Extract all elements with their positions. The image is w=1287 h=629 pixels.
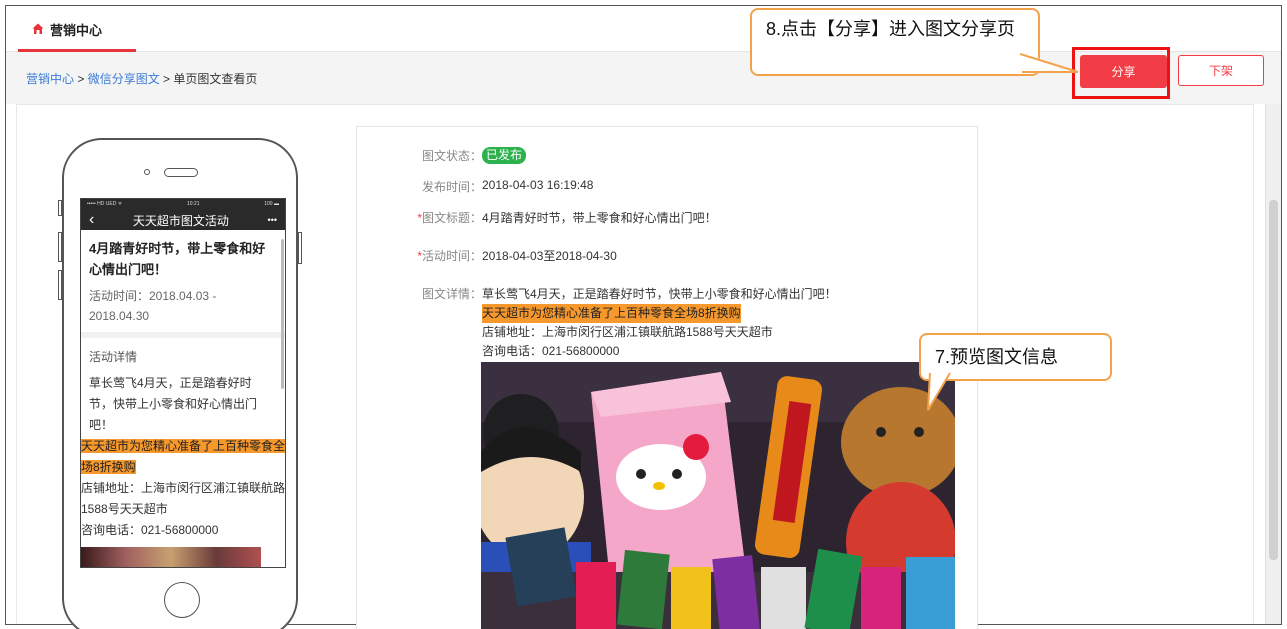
phone-side-button xyxy=(58,270,62,300)
breadcrumb-link-wechat-share[interactable]: 微信分享图文 xyxy=(88,72,160,86)
share-tip-callout: 8.点击【分享】进入图文分享页 xyxy=(750,8,1040,76)
home-icon xyxy=(32,23,44,35)
breadcrumb-current: 单页图文查看页 xyxy=(173,72,258,86)
status-time: 10:21 xyxy=(187,201,200,207)
title-label: *图文标题： xyxy=(356,209,482,226)
title-row: *图文标题： 4月踏青好时节，带上零食和好心情出门吧！ xyxy=(356,209,717,226)
phone-scrollbar xyxy=(281,239,284,389)
status-label: 图文状态： xyxy=(421,149,482,163)
activity-label: *活动时间： xyxy=(356,247,482,264)
status-battery: 100 ▬ xyxy=(264,201,279,207)
phone-home-button xyxy=(164,582,200,618)
phone-activity-time: 活动时间：2018.04.03 - 2018.04.30 xyxy=(89,289,217,323)
phone-nav-title: 天天超市图文活动 xyxy=(132,213,229,228)
callout-pointer xyxy=(1020,52,1079,73)
phone-side-button xyxy=(58,232,62,262)
scrollbar-thumb[interactable] xyxy=(1269,200,1278,560)
snack-photo xyxy=(481,362,955,629)
breadcrumb-sep: > xyxy=(74,72,88,86)
content-phone: 咨询电话：021-56800000 xyxy=(482,344,620,358)
phone-status-bar: ••••• HD UED ᯤ 10:21 100 ▬ xyxy=(81,199,285,210)
phone-address: 店铺地址：上海市闵行区浦江镇联航路1588号天天超市 xyxy=(81,481,286,516)
camera-icon xyxy=(144,169,150,175)
publish-row: 发布时间： 2018-04-03 16:19:48 xyxy=(356,178,593,195)
status-badge: 已发布 xyxy=(482,147,527,164)
phone-title-card: 4月踏青好时节，带上零食和好心情出门吧！ 活动时间：2018.04.03 - 2… xyxy=(81,230,285,338)
status-row: 图文状态： 已发布 xyxy=(356,147,527,164)
phone-article-title: 4月踏青好时节，带上零食和好心情出门吧！ xyxy=(89,241,266,277)
breadcrumb: 营销中心 > 微信分享图文 > 单页图文查看页 xyxy=(26,70,257,87)
status-carrier: ••••• HD UED ᯤ xyxy=(87,201,123,207)
page-scrollbar[interactable] xyxy=(1265,104,1281,624)
content-address: 店铺地址：上海市闵行区浦江镇联航路1588号天天超市 xyxy=(482,325,773,339)
phone-detail-card: 活动详情 草长莺飞4月天，正是踏春好时节，快带上小零食和好心情出门吧！ 天天超市… xyxy=(81,338,286,567)
speaker-icon xyxy=(164,168,198,177)
phone-detail-label: 活动详情 xyxy=(89,350,138,364)
tab-label: 营销中心 xyxy=(50,22,103,38)
phone-preview: ••••• HD UED ᯤ 10:21 100 ▬ ‹ 天天超市图文活动 ••… xyxy=(58,138,302,629)
title-value: 4月踏青好时节，带上零食和好心情出门吧！ xyxy=(482,211,717,225)
share-button[interactable]: 分享 xyxy=(1080,55,1167,88)
phone-screen: ••••• HD UED ᯤ 10:21 100 ▬ ‹ 天天超市图文活动 ••… xyxy=(80,198,286,568)
phone-side-button xyxy=(298,232,302,264)
content-text: 草长莺飞4月天，正是踏春好时节，快带上小零食和好心情出门吧！ xyxy=(482,287,837,301)
more-icon[interactable]: ••• xyxy=(268,215,277,225)
content-lines: 草长莺飞4月天，正是踏春好时节，快带上小零食和好心情出门吧！ 天天超市为您精心准… xyxy=(482,285,837,361)
breadcrumb-sep: > xyxy=(159,72,174,86)
publish-value: 2018-04-03 16:19:48 xyxy=(482,178,594,192)
breadcrumb-link-marketing[interactable]: 营销中心 xyxy=(26,72,74,86)
tab-marketing-center[interactable]: 营销中心 xyxy=(18,6,136,52)
phone-nav-bar: ‹ 天天超市图文活动 ••• xyxy=(81,210,285,230)
phone-detail-text: 草长莺飞4月天，正是踏春好时节，快带上小零食和好心情出门吧！ xyxy=(89,376,258,432)
top-bar: 营销中心 xyxy=(6,6,1281,52)
activity-row: *活动时间： 2018-04-03至2018-04-30 xyxy=(356,247,617,264)
activity-label-text: 活动时间： xyxy=(421,249,482,263)
publish-label: 发布时间： xyxy=(421,180,482,194)
content-row: 图文详情： 草长莺飞4月天，正是踏春好时节，快带上小零食和好心情出门吧！ 天天超… xyxy=(356,285,837,361)
offline-button[interactable]: 下架 xyxy=(1178,55,1264,86)
phone-contact: 咨询电话：021-56800000 xyxy=(81,523,219,537)
content-label: 图文详情： xyxy=(421,287,482,301)
title-label-text: 图文标题： xyxy=(421,211,482,225)
activity-value: 2018-04-03至2018-04-30 xyxy=(482,249,617,263)
phone-side-button xyxy=(58,200,62,216)
phone-highlight-text: 天天超市为您精心准备了上百种零食全场8折换购 xyxy=(81,439,286,474)
phone-preview-image xyxy=(81,547,261,567)
callout-pointer xyxy=(927,372,951,411)
content-highlight: 天天超市为您精心准备了上百种零食全场8折换购 xyxy=(482,304,741,323)
